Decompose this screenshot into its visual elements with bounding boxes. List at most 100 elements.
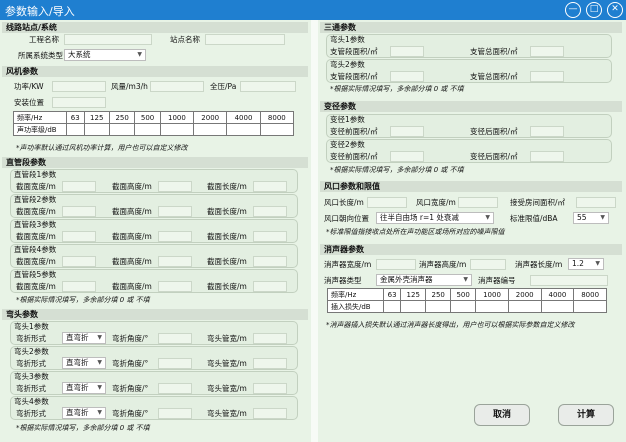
spl-input[interactable]: [159, 123, 195, 136]
loss-input[interactable]: [425, 300, 452, 313]
loss-input[interactable]: [475, 300, 509, 313]
straight-header: 直管段参数: [2, 157, 308, 168]
tee-left-input[interactable]: [390, 71, 424, 82]
elbow-width-input[interactable]: [253, 358, 287, 369]
spl-input[interactable]: [66, 123, 85, 136]
elbow-width-input[interactable]: [253, 383, 287, 394]
straight-height-input[interactable]: [158, 281, 192, 292]
cancel-button[interactable]: 取消: [474, 404, 530, 426]
straight-width-input[interactable]: [62, 206, 96, 217]
tee-group-title: 弯头2参数: [330, 60, 365, 69]
elbow-angle-label: 弯折角度/°: [112, 359, 149, 368]
reducer-header: 变径参数: [320, 101, 622, 112]
project-name-input[interactable]: [64, 34, 152, 45]
elbow-angle-label: 弯折角度/°: [112, 384, 149, 393]
fan-airflow-input[interactable]: [150, 81, 204, 92]
freq-cell: 8000: [259, 111, 295, 124]
tee-right-input[interactable]: [530, 71, 564, 82]
silencer-height-input[interactable]: [470, 259, 506, 270]
elbow-form-select[interactable]: 直弯折 ▼: [62, 332, 106, 344]
elbow-form-label: 弯折形式: [16, 409, 46, 418]
spl-input[interactable]: [108, 123, 136, 136]
reducer-right-input[interactable]: [530, 151, 564, 162]
elbow-group-title: 弯头2参数: [14, 347, 49, 356]
loss-input[interactable]: [450, 300, 477, 313]
straight-length-input[interactable]: [253, 231, 287, 242]
reducer-left-input[interactable]: [390, 126, 424, 137]
straight-height-input[interactable]: [158, 181, 192, 192]
elbow-form-label: 弯折形式: [16, 384, 46, 393]
reducer-left-input[interactable]: [390, 151, 424, 162]
maximize-button[interactable]: □: [586, 2, 602, 18]
straight-height-input[interactable]: [158, 231, 192, 242]
install-position-input[interactable]: [52, 97, 106, 108]
system-type-select[interactable]: 大系统 ▼: [64, 49, 146, 61]
straight-length-input[interactable]: [253, 256, 287, 267]
outlet-length-input[interactable]: [367, 197, 407, 208]
spl-input[interactable]: [83, 123, 110, 136]
spl-input[interactable]: [134, 123, 161, 136]
reducer-left-label: 变径前面积/㎡: [330, 127, 378, 136]
outlet-position-select[interactable]: 往半自由场 r=1 处衰减 ▼: [376, 212, 494, 224]
spl-input[interactable]: [259, 123, 295, 136]
straight-height-input[interactable]: [158, 206, 192, 217]
calculate-button[interactable]: 计算: [558, 404, 614, 426]
chevron-down-icon: ▼: [97, 334, 102, 341]
straight-height-input[interactable]: [158, 256, 192, 267]
elbow-angle-input[interactable]: [158, 383, 192, 394]
spl-input[interactable]: [193, 123, 228, 136]
outlet-width-input[interactable]: [458, 197, 498, 208]
straight-width-input[interactable]: [62, 281, 96, 292]
straight-group-title: 直管段5参数: [14, 270, 57, 279]
silencer-length-select[interactable]: 1.2 ▼: [568, 258, 604, 270]
chevron-down-icon: ▼: [137, 51, 142, 58]
straight-width-input[interactable]: [62, 181, 96, 192]
silencer-header: 消声器参数: [320, 244, 622, 255]
column-divider: [311, 20, 318, 442]
close-button[interactable]: ✕: [607, 2, 623, 18]
elbow-form-select[interactable]: 直弯折 ▼: [62, 382, 106, 394]
straight-length-input[interactable]: [253, 206, 287, 217]
elbow-group-title: 弯头4参数: [14, 397, 49, 406]
chevron-down-icon: ▼: [600, 214, 605, 221]
elbow-form-select[interactable]: 直弯折 ▼: [62, 407, 106, 419]
loss-input[interactable]: [507, 300, 542, 313]
tee-left-input[interactable]: [390, 46, 424, 57]
straight-length-label: 截面长度/m: [207, 182, 247, 191]
recv-area-input[interactable]: [576, 197, 616, 208]
fan-power-label: 功率/KW: [14, 82, 44, 91]
loss-input[interactable]: [400, 300, 427, 313]
elbow-width-input[interactable]: [253, 333, 287, 344]
reducer-right-input[interactable]: [530, 126, 564, 137]
straight-group-title: 直管段1参数: [14, 170, 57, 179]
fan-pressure-input[interactable]: [240, 81, 296, 92]
silencer-code-label: 消声器编号: [478, 276, 516, 285]
silencer-type-select[interactable]: 金属外壳消声器 ▼: [376, 274, 472, 286]
loss-input[interactable]: [573, 300, 607, 313]
silencer-width-input[interactable]: [376, 259, 416, 270]
chevron-down-icon: ▼: [97, 409, 102, 416]
station-name-input[interactable]: [205, 34, 285, 45]
silencer-code-input[interactable]: [530, 275, 608, 286]
straight-length-input[interactable]: [253, 281, 287, 292]
elbow-form-value: 直弯折: [66, 383, 89, 392]
straight-width-label: 截面宽度/m: [16, 182, 56, 191]
limit-select[interactable]: 55 ▼: [573, 212, 609, 224]
elbow-angle-input[interactable]: [158, 333, 192, 344]
elbow-angle-input[interactable]: [158, 358, 192, 369]
loss-input[interactable]: [540, 300, 575, 313]
fan-power-input[interactable]: [52, 81, 106, 92]
straight-length-input[interactable]: [253, 181, 287, 192]
elbow-angle-input[interactable]: [158, 408, 192, 419]
spl-input[interactable]: [226, 123, 261, 136]
minimize-button[interactable]: —: [565, 2, 581, 18]
elbow-form-select[interactable]: 直弯折 ▼: [62, 357, 106, 369]
elbow-header: 弯头参数: [2, 309, 308, 320]
elbow-width-input[interactable]: [253, 408, 287, 419]
tee-right-input[interactable]: [530, 46, 564, 57]
straight-length-label: 截面长度/m: [207, 232, 247, 241]
loss-input[interactable]: [382, 300, 402, 313]
straight-width-input[interactable]: [62, 231, 96, 242]
straight-width-input[interactable]: [62, 256, 96, 267]
freq-cell: 1000: [159, 111, 195, 124]
